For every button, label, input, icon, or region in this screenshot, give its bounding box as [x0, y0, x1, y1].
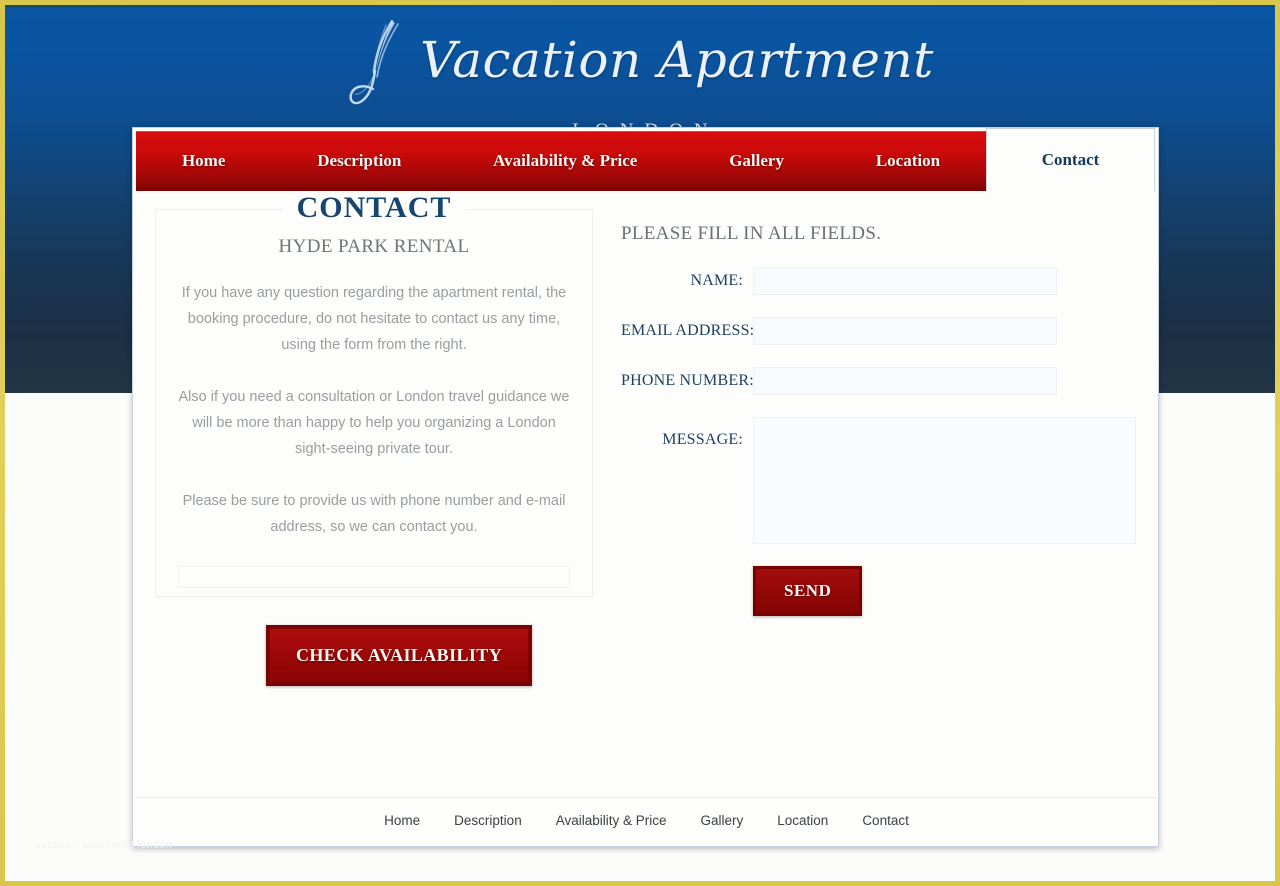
page-subtitle: HYDE PARK RENTAL: [278, 236, 470, 257]
nav-item-contact[interactable]: Contact: [986, 128, 1156, 191]
left-column: CONTACT HYDE PARK RENTAL If you have any…: [155, 191, 593, 791]
field-row-message: MESSAGE:: [621, 417, 1136, 544]
logo-row: Vacation Apartment: [346, 15, 934, 111]
contact-title-wrap: CONTACT: [156, 191, 592, 225]
phone-label: PHONE NUMBER:: [621, 372, 754, 389]
footer-link-home[interactable]: Home: [384, 813, 420, 828]
field-row-name: NAME:: [621, 267, 1136, 295]
page-title: CONTACT: [282, 191, 466, 225]
contact-form: NAME: EMAIL ADDRESS: PHONE NUMBER: MESSA…: [621, 267, 1136, 616]
field-row-email: EMAIL ADDRESS:: [621, 317, 1136, 345]
feather-swirl-icon: [346, 15, 416, 111]
right-column: PLEASE FILL IN ALL FIELDS. NAME: EMAIL A…: [593, 209, 1136, 791]
check-availability-wrap: CHECK AVAILABILITY: [266, 625, 593, 686]
page-content: CONTACT HYDE PARK RENTAL If you have any…: [133, 191, 1158, 791]
info-paragraph-2: Also if you need a consultation or Londo…: [178, 389, 570, 457]
content-panel: Home Description Availability & Price Ga…: [132, 127, 1159, 847]
footer-navigation: Home Description Availability & Price Ga…: [136, 797, 1157, 843]
site-logo[interactable]: Vacation Apartment LONDON: [5, 15, 1275, 142]
nav-item-description[interactable]: Description: [271, 131, 447, 191]
field-row-phone: PHONE NUMBER:: [621, 367, 1136, 395]
footer-link-gallery[interactable]: Gallery: [701, 813, 744, 828]
phone-input[interactable]: [753, 367, 1057, 395]
page-frame: Vacation Apartment LONDON Home Descripti…: [0, 0, 1280, 886]
form-heading: PLEASE FILL IN ALL FIELDS.: [621, 223, 882, 244]
email-input[interactable]: [753, 317, 1057, 345]
info-paragraph-1: If you have any question regarding the a…: [181, 285, 567, 353]
info-box-inner-frame: [178, 566, 570, 588]
footer-link-availability-price[interactable]: Availability & Price: [556, 813, 667, 828]
logo-wordmark: Vacation Apartment: [420, 31, 934, 89]
footer-link-description[interactable]: Description: [454, 813, 522, 828]
contact-info-box: CONTACT HYDE PARK RENTAL If you have any…: [155, 191, 593, 597]
page-viewport: Vacation Apartment LONDON Home Descripti…: [5, 5, 1275, 881]
page-watermark: vacation apartment london: [35, 839, 173, 851]
send-button-wrap: SEND: [753, 566, 1136, 616]
name-input[interactable]: [753, 267, 1057, 295]
message-textarea[interactable]: [753, 417, 1136, 544]
email-label: EMAIL ADDRESS:: [621, 322, 755, 339]
hero-top-line: [5, 5, 1275, 8]
message-label: MESSAGE:: [662, 431, 743, 448]
send-button[interactable]: SEND: [753, 566, 863, 616]
nav-item-location[interactable]: Location: [830, 131, 986, 191]
main-navigation: Home Description Availability & Price Ga…: [136, 128, 1156, 191]
footer-link-location[interactable]: Location: [777, 813, 828, 828]
info-paragraph-3: Please be sure to provide us with phone …: [182, 493, 566, 535]
check-availability-button[interactable]: CHECK AVAILABILITY: [266, 625, 533, 686]
footer-link-contact[interactable]: Contact: [862, 813, 909, 828]
name-label: NAME:: [690, 272, 743, 289]
nav-item-gallery[interactable]: Gallery: [683, 131, 830, 191]
nav-item-home[interactable]: Home: [136, 131, 271, 191]
nav-item-availability-price[interactable]: Availability & Price: [447, 131, 683, 191]
